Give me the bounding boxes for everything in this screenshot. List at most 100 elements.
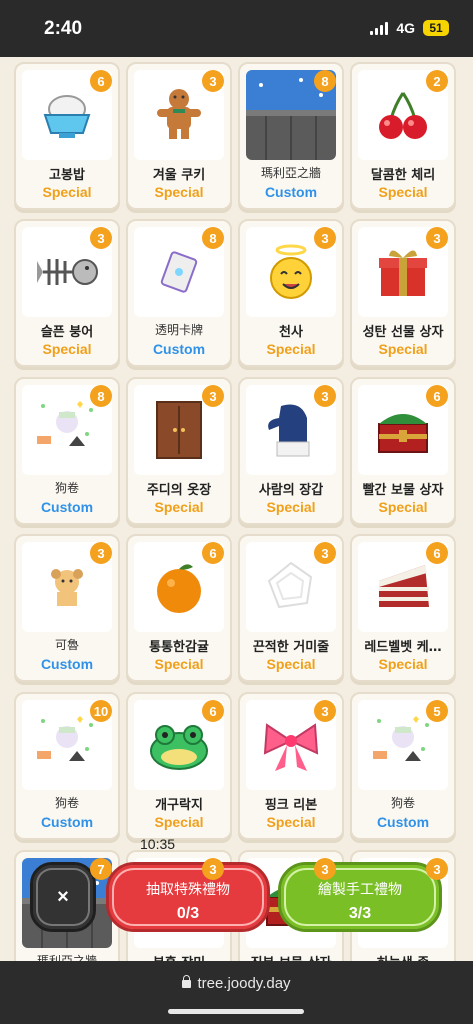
gift-name: 슬픈 붕어 bbox=[40, 325, 94, 340]
gift-type: Special bbox=[266, 341, 316, 357]
gift-card[interactable]: 3 끈적한 거미줄 Special bbox=[238, 534, 344, 682]
gift-name: 성탄 선물 상자 bbox=[362, 325, 444, 340]
count-badge: 6 bbox=[90, 70, 112, 92]
count-badge: 3 bbox=[202, 858, 224, 880]
gift-card[interactable]: 6 고봉밥 Special bbox=[14, 62, 120, 210]
home-indicator[interactable] bbox=[168, 1009, 304, 1014]
gift-type: Custom bbox=[40, 656, 94, 672]
gift-card[interactable]: 3 핑크 리본 Special bbox=[238, 692, 344, 840]
gift-name: 狗卷 bbox=[54, 796, 79, 810]
gift-name: 분홍 장미 bbox=[128, 952, 230, 961]
gift-name: 핑크 리본 bbox=[264, 798, 318, 813]
gift-card[interactable]: 6 통통한감귤 Special bbox=[126, 534, 232, 682]
gift-type: Custom bbox=[376, 814, 430, 830]
gift-name: 주디의 옷장 bbox=[146, 483, 212, 498]
status-bar: 2:40 4G 51 bbox=[0, 0, 473, 57]
make-handmade-gift-label: 繪製手工禮物 bbox=[318, 882, 402, 898]
gift-card[interactable]: 5 狗卷 Custom bbox=[350, 692, 456, 840]
count-badge: 3 bbox=[426, 858, 448, 880]
gift-name: 하늘색 종 bbox=[352, 952, 454, 961]
gift-name: 사람의 장갑 bbox=[258, 483, 324, 498]
gift-card[interactable]: 3 겨울 쿠키 Special bbox=[126, 62, 232, 210]
gift-type: Special bbox=[42, 184, 92, 200]
close-icon: × bbox=[57, 885, 69, 908]
gift-name: 可魯 bbox=[54, 638, 79, 652]
gift-name: 透明卡牌 bbox=[154, 323, 203, 337]
gift-card[interactable]: 3 사람의 장갑 Special bbox=[238, 377, 344, 525]
count-badge: 8 bbox=[90, 385, 112, 407]
count-badge: 3 bbox=[314, 227, 336, 249]
gift-card[interactable]: 6 개구락지 Special bbox=[126, 692, 232, 840]
gift-type: Special bbox=[378, 656, 428, 672]
gift-card[interactable]: 3 可魯 Custom bbox=[14, 534, 120, 682]
gift-card[interactable]: 2 달콤한 체리 Special bbox=[350, 62, 456, 210]
close-button[interactable]: × bbox=[30, 862, 96, 932]
gift-type: Special bbox=[266, 499, 316, 515]
gift-card[interactable]: 8 透明卡牌 Custom bbox=[126, 219, 232, 367]
signal-icon bbox=[370, 21, 389, 35]
gift-name: 빨간 보물 상자 bbox=[362, 483, 444, 498]
gift-name: 瑪利亞之牆 bbox=[36, 954, 97, 961]
status-icons: 4G 51 bbox=[370, 20, 449, 36]
url-display[interactable]: tree.joody.day bbox=[0, 975, 473, 992]
gift-name: 끈적한 거미줄 bbox=[252, 640, 330, 655]
count-badge: 2 bbox=[426, 70, 448, 92]
gift-name: 진분 보물 상자 bbox=[240, 952, 342, 961]
count-badge: 5 bbox=[426, 700, 448, 722]
overlay-timestamp: 10:35 bbox=[140, 836, 176, 852]
gift-type: Custom bbox=[152, 341, 206, 357]
draw-special-gift-count: 0/3 bbox=[176, 905, 200, 922]
count-badge: 10 bbox=[90, 700, 112, 722]
gift-card[interactable]: 3 성탄 선물 상자 Special bbox=[350, 219, 456, 367]
count-badge: 7 bbox=[90, 858, 112, 880]
make-handmade-gift-count: 3/3 bbox=[348, 905, 372, 922]
count-badge: 8 bbox=[202, 227, 224, 249]
gift-type: Special bbox=[42, 341, 92, 357]
gift-type: Special bbox=[154, 184, 204, 200]
count-badge: 6 bbox=[426, 385, 448, 407]
gift-type: Special bbox=[378, 184, 428, 200]
gift-grid: 6 고봉밥 Special 3 겨울 쿠키 Special 8 瑪利亞之牆 Custom 2 달콤한… bbox=[0, 57, 473, 961]
count-badge: 3 bbox=[90, 542, 112, 564]
count-badge: 3 bbox=[314, 858, 336, 880]
gift-type: Special bbox=[154, 656, 204, 672]
gift-type: Custom bbox=[40, 814, 94, 830]
gift-type: Special bbox=[154, 499, 204, 515]
count-badge: 3 bbox=[314, 700, 336, 722]
count-badge: 3 bbox=[426, 227, 448, 249]
status-time: 2:40 bbox=[44, 18, 83, 39]
count-badge: 6 bbox=[426, 542, 448, 564]
gift-name: 레드벨벳 케… bbox=[364, 640, 442, 655]
gift-name: 瑪利亞之牆 bbox=[260, 166, 321, 180]
count-badge: 3 bbox=[202, 70, 224, 92]
count-badge: 8 bbox=[314, 70, 336, 92]
gift-name: 고봉밥 bbox=[49, 168, 85, 183]
gift-name: 狗卷 bbox=[390, 796, 415, 810]
gift-card[interactable]: 3 주디의 옷장 Special bbox=[126, 377, 232, 525]
draw-special-gift-button[interactable]: 抽取特殊禮物 0/3 bbox=[106, 862, 270, 932]
url-text: tree.joody.day bbox=[197, 975, 291, 992]
gift-type: Special bbox=[266, 656, 316, 672]
gift-card[interactable]: 3 슬픈 붕어 Special bbox=[14, 219, 120, 367]
gift-card[interactable]: 10 狗卷 Custom bbox=[14, 692, 120, 840]
gift-type: Special bbox=[378, 499, 428, 515]
gift-type: Special bbox=[154, 814, 204, 830]
make-handmade-gift-button[interactable]: 繪製手工禮物 3/3 bbox=[278, 862, 442, 932]
gift-card[interactable]: 6 레드벨벳 케… Special bbox=[350, 534, 456, 682]
count-badge: 3 bbox=[314, 385, 336, 407]
gift-type: Special bbox=[266, 814, 316, 830]
gift-name: 겨울 쿠키 bbox=[152, 168, 206, 183]
draw-special-gift-label: 抽取特殊禮物 bbox=[146, 882, 230, 898]
count-badge: 3 bbox=[314, 542, 336, 564]
count-badge: 3 bbox=[90, 227, 112, 249]
browser-url-bar: tree.joody.day bbox=[0, 961, 473, 1024]
gift-card[interactable]: 6 빨간 보물 상자 Special bbox=[350, 377, 456, 525]
gift-card[interactable]: 8 狗卷 Custom bbox=[14, 377, 120, 525]
gift-name: 통통한감귤 bbox=[149, 640, 209, 655]
gift-card[interactable]: 3 천사 Special bbox=[238, 219, 344, 367]
count-badge: 6 bbox=[202, 542, 224, 564]
gift-name: 狗卷 bbox=[54, 481, 79, 495]
gift-name: 개구락지 bbox=[155, 798, 203, 813]
gift-type: Custom bbox=[264, 184, 318, 200]
gift-card[interactable]: 8 瑪利亞之牆 Custom bbox=[238, 62, 344, 210]
